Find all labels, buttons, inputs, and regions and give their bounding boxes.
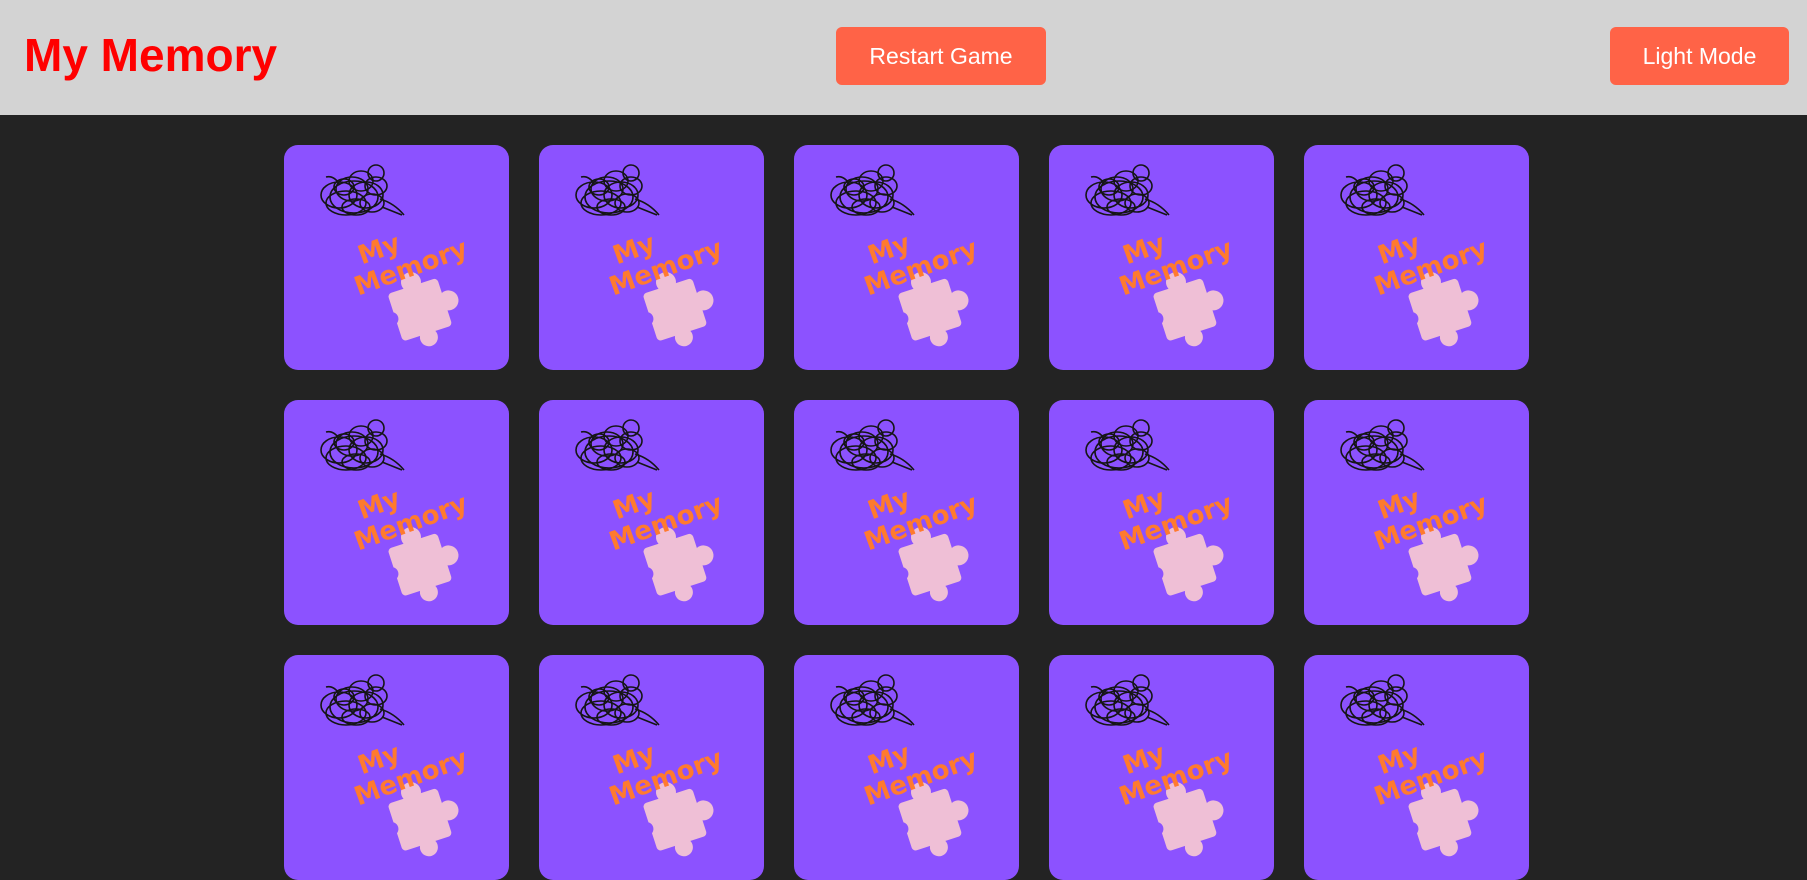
scribble-icon bbox=[320, 674, 405, 726]
card-back-logo: My Memory bbox=[320, 164, 472, 347]
memory-card-7[interactable]: My Memory bbox=[539, 400, 764, 625]
card-back-logo: My Memory bbox=[320, 419, 472, 602]
scribble-icon bbox=[1085, 419, 1170, 471]
memory-card-1[interactable]: My Memory bbox=[284, 145, 509, 370]
restart-game-button[interactable]: Restart Game bbox=[836, 27, 1046, 85]
top-bar: My Memory Restart Game Light Mode bbox=[0, 0, 1807, 115]
memory-card-14[interactable]: My Memory bbox=[1049, 655, 1274, 880]
scribble-icon bbox=[575, 674, 660, 726]
scribble-icon bbox=[320, 419, 405, 471]
card-back-logo: My Memory bbox=[1085, 674, 1237, 857]
memory-card-2[interactable]: My Memory bbox=[539, 145, 764, 370]
page-title: My Memory bbox=[24, 29, 278, 81]
card-back-logo: My Memory bbox=[1085, 164, 1237, 347]
light-mode-button[interactable]: Light Mode bbox=[1610, 27, 1789, 85]
card-back-logo: My Memory bbox=[830, 674, 982, 857]
memory-card-9[interactable]: My Memory bbox=[1049, 400, 1274, 625]
card-back-logo: My Memory bbox=[575, 164, 727, 347]
scribble-icon bbox=[320, 164, 405, 216]
memory-card-6[interactable]: My Memory bbox=[284, 400, 509, 625]
card-back-logo: My Memory bbox=[1085, 419, 1237, 602]
memory-card-11[interactable]: My Memory bbox=[284, 655, 509, 880]
scribble-icon bbox=[1085, 164, 1170, 216]
scribble-icon bbox=[1085, 674, 1170, 726]
card-back-logo: My Memory bbox=[320, 674, 472, 857]
memory-card-15[interactable]: My Memory bbox=[1304, 655, 1529, 880]
card-back-logo: My Memory bbox=[575, 674, 727, 857]
card-back-logo: My Memory bbox=[1340, 419, 1492, 602]
card-back-logo: My Memory bbox=[830, 164, 982, 347]
card-back-logo: My Memory bbox=[830, 419, 982, 602]
scribble-icon bbox=[830, 419, 915, 471]
scribble-icon bbox=[575, 419, 660, 471]
scribble-icon bbox=[1340, 674, 1425, 726]
scribble-icon bbox=[830, 164, 915, 216]
scribble-icon bbox=[1340, 164, 1425, 216]
card-grid: My Memory My Memory My Memory My Memory … bbox=[284, 145, 1530, 880]
scribble-icon bbox=[575, 164, 660, 216]
memory-card-5[interactable]: My Memory bbox=[1304, 145, 1529, 370]
memory-card-12[interactable]: My Memory bbox=[539, 655, 764, 880]
memory-card-13[interactable]: My Memory bbox=[794, 655, 1019, 880]
memory-card-10[interactable]: My Memory bbox=[1304, 400, 1529, 625]
memory-card-4[interactable]: My Memory bbox=[1049, 145, 1274, 370]
card-back-logo: My Memory bbox=[575, 419, 727, 602]
card-back-logo: My Memory bbox=[1340, 164, 1492, 347]
memory-card-8[interactable]: My Memory bbox=[794, 400, 1019, 625]
scribble-icon bbox=[830, 674, 915, 726]
memory-card-3[interactable]: My Memory bbox=[794, 145, 1019, 370]
card-back-logo: My Memory bbox=[1340, 674, 1492, 857]
scribble-icon bbox=[1340, 419, 1425, 471]
